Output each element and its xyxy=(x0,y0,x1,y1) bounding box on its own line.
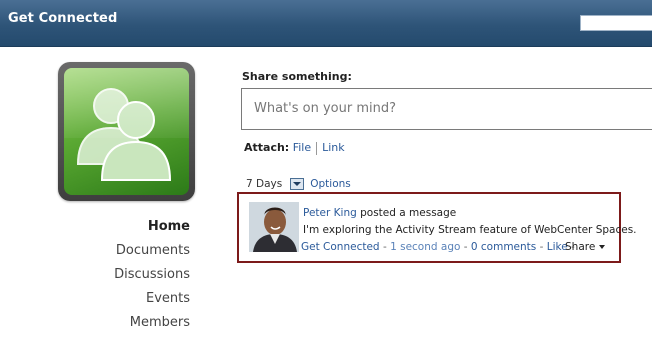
stream-filter: 7 Days Options xyxy=(246,178,351,190)
comments-link[interactable]: 0 comments xyxy=(471,241,536,253)
activity-header: Peter King posted a message xyxy=(303,207,456,219)
nav-item-home[interactable]: Home xyxy=(114,215,190,239)
nav-item-discussions[interactable]: Discussions xyxy=(114,263,190,287)
space-logo xyxy=(58,62,195,201)
activity-meta: Get Connected - 1 second ago - 0 comment… xyxy=(301,241,575,253)
share-label: Share something: xyxy=(242,70,352,83)
share-menu-label: Share xyxy=(565,241,596,253)
timestamp-link[interactable]: 1 second ago xyxy=(390,241,460,253)
search-input[interactable] xyxy=(580,15,652,31)
space-link[interactable]: Get Connected xyxy=(301,241,380,253)
attach-file-link[interactable]: File xyxy=(293,141,311,154)
people-group-icon xyxy=(64,68,189,195)
chevron-down-icon[interactable] xyxy=(290,178,305,190)
attach-label: Attach: xyxy=(244,141,290,154)
nav-item-documents[interactable]: Documents xyxy=(114,239,190,263)
period-label: 7 Days xyxy=(246,178,283,190)
activity-action: posted a message xyxy=(360,207,457,219)
activity-message: I'm exploring the Activity Stream featur… xyxy=(303,224,637,236)
share-menu-button[interactable]: Share xyxy=(565,241,606,253)
options-link[interactable]: Options xyxy=(310,178,351,190)
activity-item: Peter King posted a message I'm explorin… xyxy=(237,192,637,263)
nav-item-events[interactable]: Events xyxy=(114,287,190,311)
space-nav: Home Documents Discussions Events Member… xyxy=(114,215,190,335)
attach-bar: Attach: File Link xyxy=(244,141,345,155)
app-title: Get Connected xyxy=(8,11,118,26)
nav-item-members[interactable]: Members xyxy=(114,311,190,335)
divider xyxy=(316,141,318,155)
user-avatar[interactable] xyxy=(249,202,299,252)
app-header: Get Connected xyxy=(0,0,652,47)
actor-link[interactable]: Peter King xyxy=(303,207,357,219)
caret-down-icon xyxy=(599,245,606,249)
status-input[interactable]: What's on your mind? xyxy=(241,88,652,130)
attach-link-link[interactable]: Link xyxy=(322,141,345,154)
